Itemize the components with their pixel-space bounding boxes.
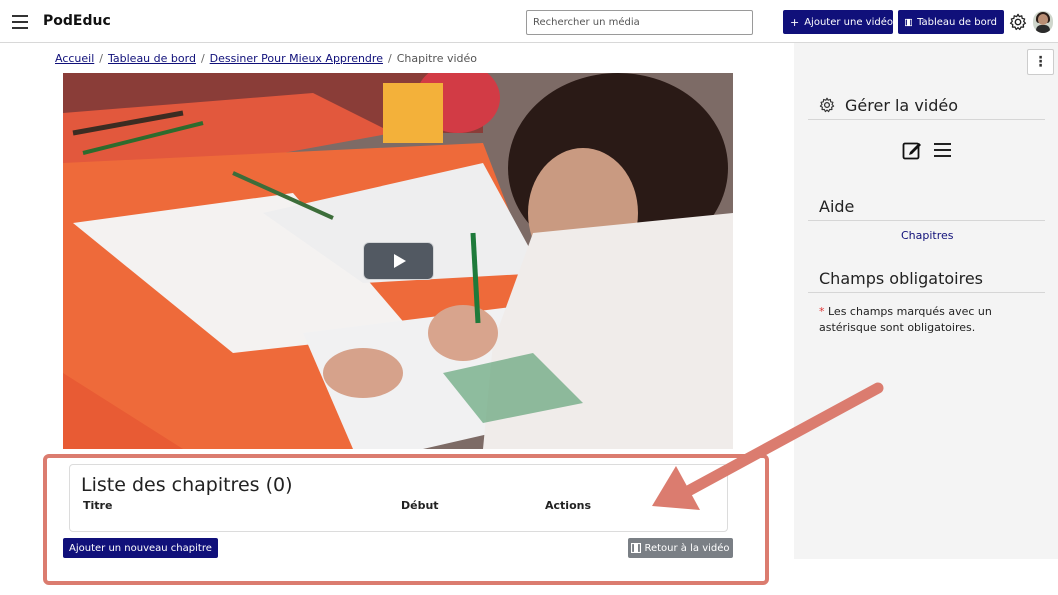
annotation-arrow-icon bbox=[652, 382, 884, 510]
